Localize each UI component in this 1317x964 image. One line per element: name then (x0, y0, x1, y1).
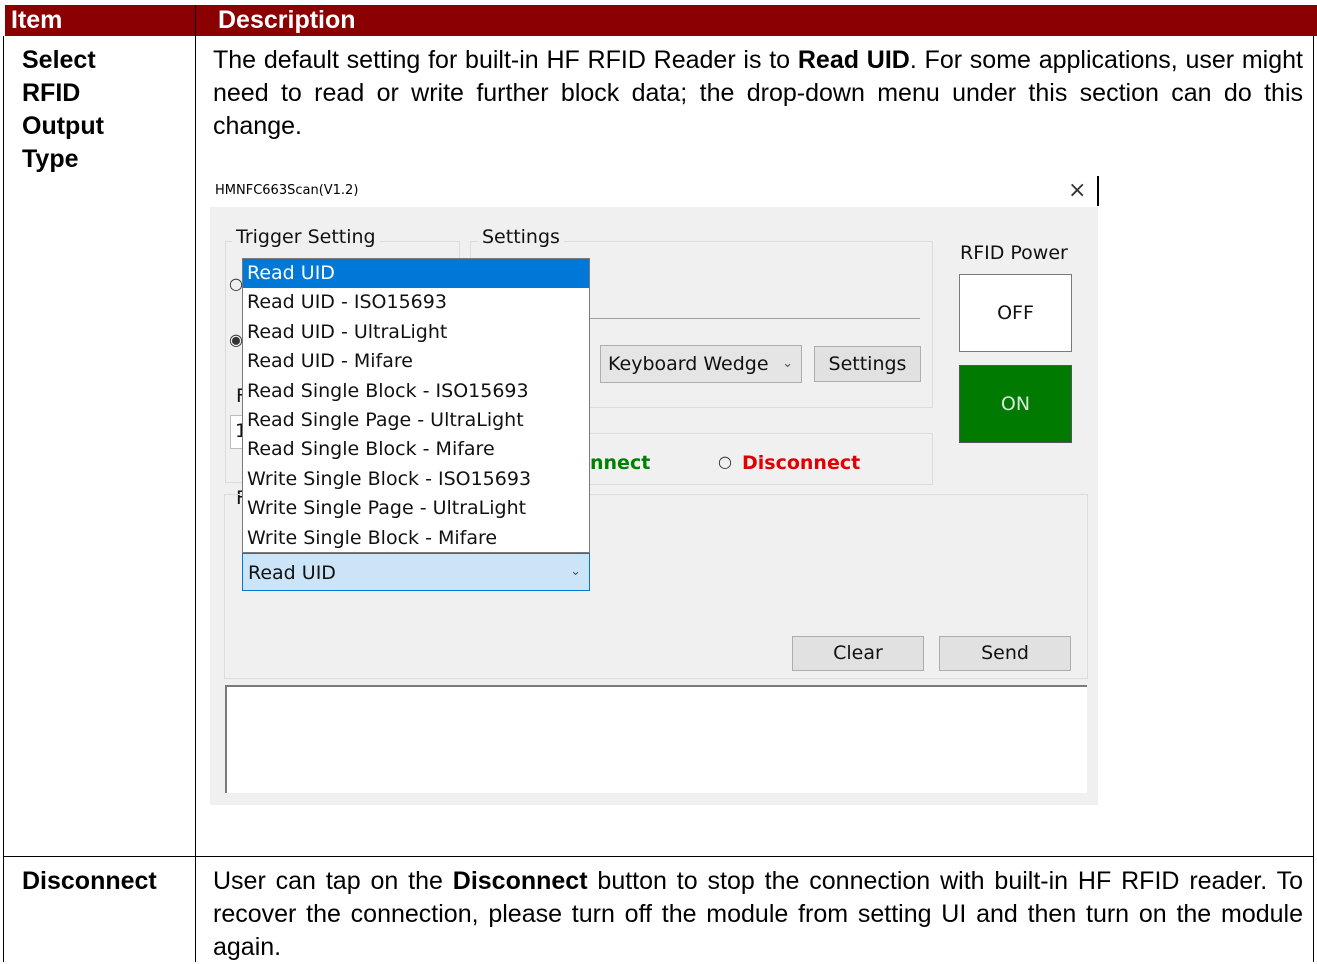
output-type-combobox[interactable]: Read UID ⌄ (242, 553, 590, 591)
output-mode-select[interactable]: Keyboard Wedge ⌄ (600, 345, 802, 383)
header-description: Description (196, 5, 1317, 36)
disconnect-radio-label[interactable]: Disconnect (742, 452, 860, 474)
output-textbox[interactable] (225, 685, 1087, 793)
dropdown-option-read-uid-iso15693[interactable]: Read UID - ISO15693 (243, 288, 589, 317)
dropdown-option-read-uid[interactable]: Read UID (243, 259, 589, 289)
separator-line (590, 318, 920, 319)
rfid-on-button[interactable]: ON (959, 365, 1072, 443)
row2-description: User can tap on the Disconnect button to… (213, 867, 1303, 961)
output-mode-value: Keyboard Wedge (608, 353, 769, 375)
radio-icon[interactable]: ○ (718, 452, 732, 471)
close-icon[interactable]: × (1068, 178, 1086, 204)
row2-item-label: Disconnect (22, 867, 157, 895)
header-item: Item (5, 5, 199, 36)
dropdown-option-write-single-block-mifare[interactable]: Write Single Block - Mifare (243, 524, 589, 553)
rfid-power-label: RFID Power (960, 242, 1068, 264)
radio-icon[interactable]: ○ (229, 274, 243, 293)
settings-button[interactable]: Settings (814, 346, 921, 382)
window-edge (1097, 176, 1099, 206)
column-divider (195, 5, 196, 962)
dropdown-option-read-single-block-mifare[interactable]: Read Single Block - Mifare (243, 435, 589, 464)
dropdown-option-write-single-block-iso15693[interactable]: Write Single Block - ISO15693 (243, 465, 589, 494)
connect-radio-label[interactable]: nnect (590, 452, 650, 474)
settings-group-label: Settings (478, 226, 564, 248)
output-type-value: Read UID (248, 562, 336, 584)
app-window-title: HMNFC663Scan(V1.2) (215, 183, 359, 198)
row1-description: The default setting for built-in HF RFID… (213, 46, 1303, 140)
radio-selected-icon[interactable]: ◉ (229, 330, 243, 349)
trigger-setting-label: Trigger Setting (232, 226, 380, 248)
dropdown-option-read-single-block-iso15693[interactable]: Read Single Block - ISO15693 (243, 377, 589, 406)
dropdown-option-write-single-page-ultralight[interactable]: Write Single Page - UltraLight (243, 494, 589, 523)
dropdown-option-read-uid-mifare[interactable]: Read UID - Mifare (243, 347, 589, 376)
chevron-down-icon: ⌄ (782, 356, 793, 371)
dropdown-option-read-uid-ultralight[interactable]: Read UID - UltraLight (243, 318, 589, 347)
send-button[interactable]: Send (939, 636, 1071, 671)
table-border-right (1313, 36, 1314, 962)
clear-button[interactable]: Clear (792, 636, 924, 671)
rfid-off-button[interactable]: OFF (959, 274, 1072, 352)
output-type-dropdown-list: Read UID Read UID - ISO15693 Read UID - … (242, 258, 590, 553)
row-divider (3, 856, 1314, 857)
chevron-down-icon: ⌄ (570, 564, 581, 579)
dropdown-option-read-single-page-ultralight[interactable]: Read Single Page - UltraLight (243, 406, 589, 435)
row1-item-label: Select RFID Output Type (22, 46, 104, 173)
table-border-left (3, 36, 4, 962)
